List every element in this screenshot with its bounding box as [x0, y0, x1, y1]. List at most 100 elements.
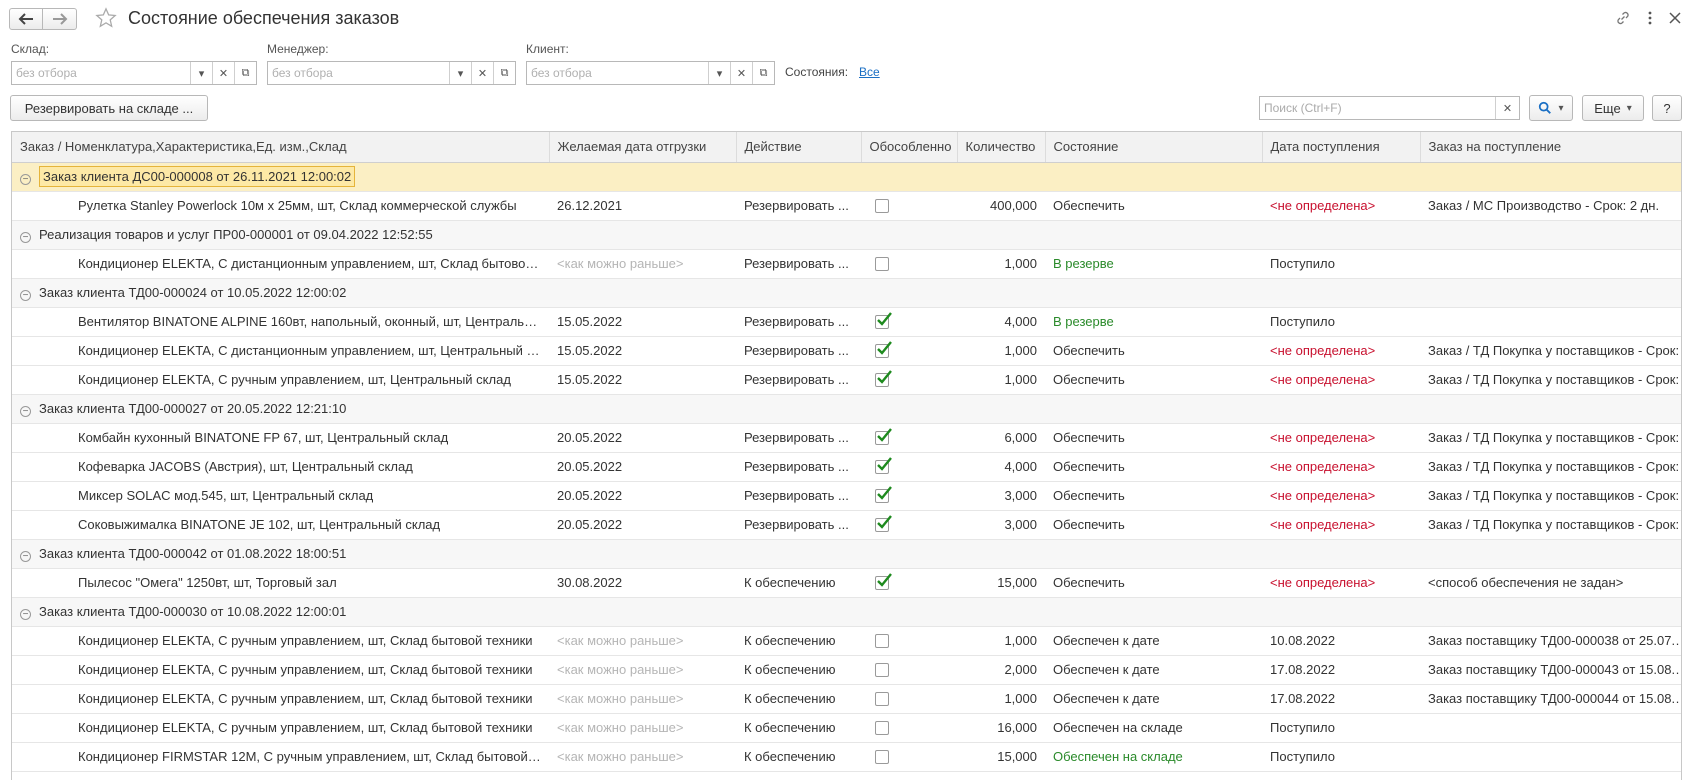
orders-table[interactable]: Заказ / Номенклатура,Характеристика,Ед. …	[11, 131, 1682, 780]
separate-checkbox[interactable]	[875, 370, 892, 388]
clear-icon[interactable]: ✕	[730, 62, 752, 84]
empty-cell	[1420, 278, 1681, 308]
group-cell[interactable]: − Заказ клиента ТД00-000024 от 10.05.2022…	[12, 278, 549, 308]
table-row[interactable]: Соковыжималка BINATONE JE 102, шт, Центр…	[12, 510, 1681, 540]
column-header[interactable]: Желаемая дата отгрузки	[549, 132, 737, 163]
open-icon[interactable]: ⧉	[493, 62, 515, 84]
action-cell: К обеспечению	[736, 742, 861, 772]
separate-checkbox[interactable]	[875, 573, 892, 591]
open-icon[interactable]: ⧉	[752, 62, 774, 84]
table-row[interactable]: Кондиционер ELEKTA, С ручным управлением…	[12, 626, 1681, 656]
separate-checkbox[interactable]	[875, 692, 889, 707]
collapse-icon[interactable]: −	[20, 608, 31, 620]
manager-filter[interactable]: без отбора ▾ ✕ ⧉	[267, 61, 516, 85]
group-cell[interactable]: − Реализация товаров и услуг ПР00-000001 …	[12, 220, 549, 250]
forward-button[interactable]	[43, 8, 77, 30]
group-row[interactable]: − Заказ клиента ТД00-000042 от 01.08.2022…	[12, 539, 1681, 569]
open-icon[interactable]: ⧉	[234, 62, 256, 84]
warehouse-filter[interactable]: без отбора ▾ ✕ ⧉	[11, 61, 257, 85]
table-row[interactable]: Миксер SOLAC мод.545, шт, Центральный ск…	[12, 481, 1681, 511]
separate-checkbox[interactable]	[875, 199, 889, 214]
clear-icon[interactable]: ✕	[471, 62, 493, 84]
client-filter[interactable]: без отбора ▾ ✕ ⧉	[526, 61, 775, 85]
receipt-order-cell: <способ обеспечения не задан>	[1420, 568, 1681, 598]
table-row[interactable]: Кондиционер ELEKTA, С ручным управлением…	[12, 713, 1681, 743]
column-header[interactable]: Заказ / Номенклатура,Характеристика,Ед. …	[12, 132, 550, 163]
group-row[interactable]: − Заказ клиента ТД00-000024 от 10.05.2022…	[12, 278, 1681, 308]
table-row[interactable]: Кондиционер ELEKTA, С дистанционным упра…	[12, 249, 1681, 279]
table-body: − Заказ клиента ДС00-000008 от 26.11.2021…	[12, 162, 1681, 772]
empty-cell	[1420, 597, 1681, 627]
collapse-icon[interactable]: −	[20, 289, 31, 301]
separate-checkbox[interactable]	[875, 486, 892, 504]
table-row[interactable]: Кондиционер FIRMSTAR 12M, С ручным управ…	[12, 742, 1681, 772]
separate-checkbox[interactable]	[875, 428, 892, 446]
warehouse-input[interactable]: без отбора	[12, 62, 190, 84]
table-row[interactable]: Кондиционер ELEKTA, С дистанционным упра…	[12, 336, 1681, 366]
table-row[interactable]: Кондиционер ELEKTA, С ручным управлением…	[12, 655, 1681, 685]
column-header[interactable]: Обособленно	[861, 132, 958, 163]
ship-date-cell: <как можно раньше>	[549, 249, 736, 279]
link-icon[interactable]	[1615, 10, 1631, 26]
column-header[interactable]: Состояние	[1045, 132, 1263, 163]
receipt-order-cell: Заказ поставщику ТД00-000044 от 15.08.20…	[1420, 684, 1681, 714]
action-cell: К обеспечению	[736, 713, 861, 743]
receipt-order-cell: Заказ / ТД Покупка у поставщиков - Срок:…	[1420, 452, 1681, 482]
column-header[interactable]: Количество	[957, 132, 1046, 163]
separate-checkbox[interactable]	[875, 312, 892, 330]
separate-checkbox[interactable]	[875, 634, 889, 649]
separate-checkbox[interactable]	[875, 721, 889, 736]
table-row[interactable]: Вентилятор BINATONE ALPINE 160вт, наполь…	[12, 307, 1681, 337]
separate-checkbox[interactable]	[875, 457, 892, 475]
item-name-cell: Кондиционер ELEKTA, С ручным управлением…	[12, 684, 549, 714]
group-cell[interactable]: − Заказ клиента ТД00-000030 от 10.08.2022…	[12, 597, 549, 627]
table-row[interactable]: Кондиционер ELEKTA, С ручным управлением…	[12, 365, 1681, 395]
close-icon[interactable]	[1667, 10, 1683, 26]
action-cell: Резервировать ...	[736, 336, 861, 366]
group-cell[interactable]: − Заказ клиента ТД00-000027 от 20.05.2022…	[12, 394, 549, 424]
table-row[interactable]: Кондиционер ELEKTA, С ручным управлением…	[12, 684, 1681, 714]
search-input[interactable]	[1260, 97, 1495, 119]
separate-checkbox[interactable]	[875, 515, 892, 533]
table-row[interactable]: Комбайн кухонный BINATONE FP 67, шт, Цен…	[12, 423, 1681, 453]
separate-checkbox[interactable]	[875, 663, 889, 678]
column-header[interactable]: Дата поступления	[1262, 132, 1421, 163]
clear-icon[interactable]: ✕	[1495, 97, 1519, 119]
manager-input[interactable]: без отбора	[268, 62, 449, 84]
group-row[interactable]: − Заказ клиента ДС00-000008 от 26.11.2021…	[12, 162, 1681, 192]
help-button[interactable]: ?	[1652, 95, 1682, 121]
column-header[interactable]: Действие	[736, 132, 862, 163]
table-row[interactable]: Пылесос "Омега" 1250вт, шт, Торговый зал…	[12, 568, 1681, 598]
star-icon[interactable]	[95, 7, 117, 29]
action-cell: Резервировать ...	[736, 365, 861, 395]
table-row[interactable]: Кофеварка JACOBS (Австрия), шт, Централь…	[12, 452, 1681, 482]
collapse-icon[interactable]: −	[20, 550, 31, 562]
collapse-icon[interactable]: −	[20, 231, 31, 243]
ship-date-cell: 15.05.2022	[549, 365, 736, 395]
clear-icon[interactable]: ✕	[212, 62, 234, 84]
column-header[interactable]: Заказ на поступление	[1420, 132, 1681, 163]
chevron-down-icon[interactable]: ▾	[708, 62, 730, 84]
group-cell[interactable]: − Заказ клиента ТД00-000042 от 01.08.2022…	[12, 539, 549, 569]
separate-checkbox[interactable]	[875, 257, 889, 272]
group-row[interactable]: − Заказ клиента ТД00-000027 от 20.05.2022…	[12, 394, 1681, 424]
more-button[interactable]: Еще ▾	[1582, 95, 1644, 121]
group-cell[interactable]: − Заказ клиента ДС00-000008 от 26.11.2021…	[12, 162, 549, 192]
search-box[interactable]: ✕	[1259, 96, 1520, 120]
chevron-down-icon[interactable]: ▾	[190, 62, 212, 84]
search-button[interactable]: ▾	[1529, 95, 1573, 121]
table-row[interactable]: Рулетка Stanley Powerlock 10м х 25мм, шт…	[12, 191, 1681, 221]
collapse-icon[interactable]: −	[20, 173, 31, 185]
group-row[interactable]: − Заказ клиента ТД00-000030 от 10.08.2022…	[12, 597, 1681, 627]
reserve-button[interactable]: Резервировать на складе ...	[10, 95, 208, 121]
separate-checkbox[interactable]	[875, 341, 892, 359]
collapse-icon[interactable]: −	[20, 405, 31, 417]
chevron-down-icon[interactable]: ▾	[449, 62, 471, 84]
client-input[interactable]: без отбора	[527, 62, 708, 84]
more-vertical-icon[interactable]	[1642, 10, 1658, 26]
back-button[interactable]	[9, 8, 43, 30]
separate-checkbox[interactable]	[875, 750, 889, 765]
group-row[interactable]: − Реализация товаров и услуг ПР00-000001 …	[12, 220, 1681, 250]
states-link[interactable]: Все	[859, 65, 880, 79]
empty-cell	[549, 539, 736, 569]
